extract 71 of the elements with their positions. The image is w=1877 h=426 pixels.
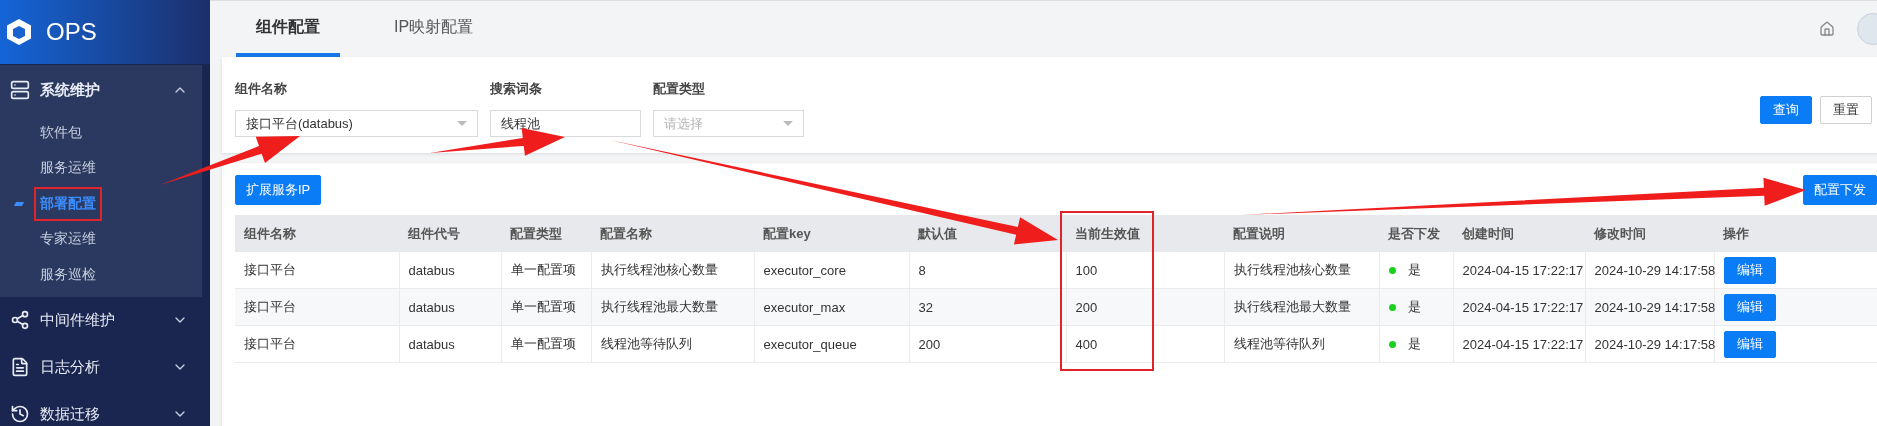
table-cell: 2024-10-29 14:17:58 [1585,252,1714,289]
table-cell: 2024-04-15 17:22:17 [1453,288,1585,326]
table-cell: 接口平台 [235,325,399,363]
deploy-button[interactable]: 配置下发 [1803,175,1877,205]
reset-button[interactable]: 重置 [1820,96,1872,124]
table-cell: 接口平台 [235,288,399,326]
table-cell: databus [399,325,501,363]
table-cell: 32 [909,288,1066,326]
table-cell: 100 [1066,252,1224,289]
table-cell: databus [399,288,501,326]
menu-item[interactable]: 部署配置 [0,186,202,222]
history-icon [10,404,30,424]
table-cell: 2024-10-29 14:17:58 [1585,325,1714,363]
column-header: 组件名称 [235,215,399,252]
table-cell: executor_max [754,288,909,326]
column-header: 组件代号 [399,215,501,252]
status-text: 是 [1407,299,1421,314]
menu-item[interactable]: 服务巡检 [0,257,202,293]
column-header: 操作 [1714,215,1877,252]
server-icon [10,80,30,100]
search-button[interactable]: 查询 [1760,96,1812,124]
cube-logo-icon [6,18,32,46]
table-cell: 执行线程池核心数量 [1224,252,1379,289]
share-icon [10,310,30,330]
status-text: 是 [1407,262,1421,277]
table-cell: executor_queue [754,325,909,363]
column-header: 配置名称 [591,215,754,252]
column-header: 配置key [754,215,909,252]
table-cell: 执行线程池最大数量 [1224,288,1379,326]
table-cell: executor_core [754,252,909,289]
table-cell: 400 [1066,325,1224,363]
menu-group[interactable]: 系统维护 [0,65,202,115]
table-cell: 单一配置项 [501,325,591,363]
table-cell: 单一配置项 [501,288,591,326]
logo-text: OPS [46,18,97,46]
table-cell: 2024-04-15 17:22:17 [1453,325,1585,363]
edit-button[interactable]: 编辑 [1723,256,1776,284]
column-header: 创建时间 [1453,215,1585,252]
table-cell: 200 [1066,288,1224,326]
menu-item[interactable]: 软件包 [0,115,202,151]
home-icon[interactable] [1819,21,1835,37]
tab[interactable]: IP映射配置 [374,1,494,57]
table-cell: 线程池等待队列 [1224,325,1379,363]
table-cell: 2024-04-15 17:22:17 [1453,252,1585,289]
menu-group[interactable]: 日志分析 [0,343,202,391]
filter-label: 配置类型 [653,80,706,98]
table-cell: 执行线程池核心数量 [591,252,754,289]
status-text: 是 [1407,336,1421,351]
document-icon [10,357,30,377]
column-header: 配置类型 [501,215,591,252]
table-cell: 单一配置项 [501,252,591,289]
table-cell: 执行线程池最大数量 [591,288,754,326]
menu-item[interactable]: 服务运维 [0,150,202,186]
table-cell: databus [399,252,501,289]
edit-button[interactable]: 编辑 [1723,293,1776,321]
menu-group[interactable]: 数据迁移 [0,390,202,426]
caret-icon [457,121,467,126]
menu-group[interactable]: 中间件维护 [0,296,202,344]
edit-button[interactable]: 编辑 [1723,330,1776,358]
filter-label: 搜索词条 [490,80,543,98]
menu-item[interactable]: 专家运维 [0,221,202,257]
add-ip-button[interactable]: 扩展服务IP [235,175,322,205]
column-header: 配置说明 [1224,215,1379,252]
table-cell: 2024-10-29 14:17:58 [1585,288,1714,326]
column-header: 是否下发 [1379,215,1453,252]
filter-label: 组件名称 [235,80,288,98]
caret-icon [783,121,793,126]
active-marker-icon [13,202,25,206]
column-header: 修改时间 [1585,215,1714,252]
table-cell: 线程池等待队列 [591,325,754,363]
table-cell: 接口平台 [235,252,399,289]
